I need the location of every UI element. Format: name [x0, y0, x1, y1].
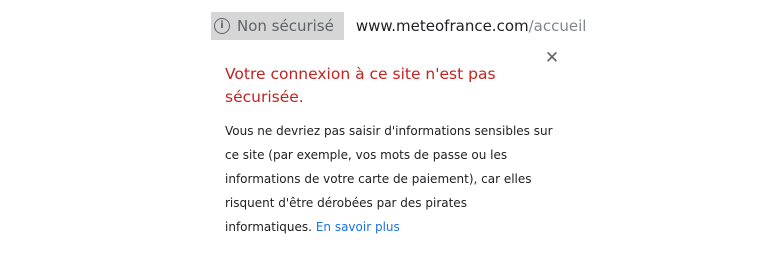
popup-body: Vous ne devriez pas saisir d'information… — [225, 119, 555, 239]
popup-body-text: Vous ne devriez pas saisir d'information… — [225, 124, 553, 234]
security-label: Non sécurisé — [237, 17, 334, 35]
popup-title: Votre connexion à ce site n'est pas sécu… — [225, 65, 496, 106]
url-domain: www.meteofrance.com — [355, 17, 529, 35]
close-icon[interactable]: ✕ — [544, 49, 560, 66]
info-circle-icon: i — [214, 18, 230, 34]
security-popup-screen: i Non sécurisé www.meteofrance.com/accue… — [0, 0, 780, 260]
url-text[interactable]: www.meteofrance.com/accueil — [356, 17, 587, 35]
connection-info-popup: ✕ Votre connexion à ce site n'est pas sé… — [211, 44, 561, 244]
address-bar: i Non sécurisé www.meteofrance.com/accue… — [211, 12, 586, 40]
url-path: /accueil — [528, 17, 587, 35]
learn-more-link[interactable]: En savoir plus — [316, 220, 400, 234]
security-indicator-button[interactable]: i Non sécurisé — [211, 12, 344, 40]
